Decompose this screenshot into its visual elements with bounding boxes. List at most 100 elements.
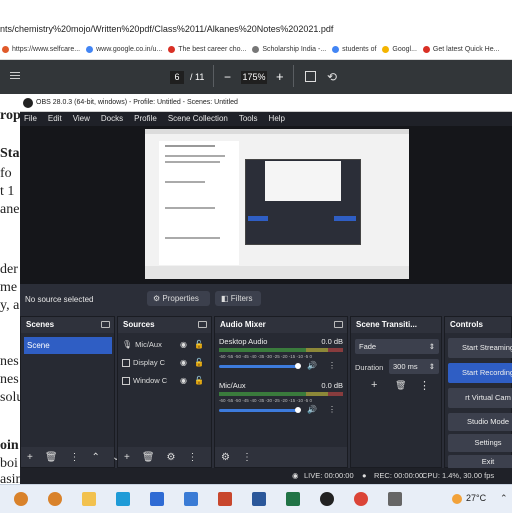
undock-icon[interactable] xyxy=(334,321,343,328)
cpu-fps: CPU: 1.4%, 30.00 fps xyxy=(422,471,495,480)
divider xyxy=(293,65,294,87)
edge-icon[interactable] xyxy=(116,492,130,506)
source-item-window[interactable]: Window C ◉ 🔓 xyxy=(122,373,204,389)
bookmark-item[interactable]: https://www.selfcare... xyxy=(2,46,80,53)
bookmark-item[interactable]: Scholarship India -... xyxy=(252,46,326,53)
menu-item-file[interactable]: File xyxy=(24,112,37,126)
undock-icon[interactable] xyxy=(198,321,207,328)
volume-slider[interactable] xyxy=(219,365,299,368)
obs-icon[interactable] xyxy=(320,492,334,506)
source-item-mic[interactable]: 🎙 Mic/Aux ◉ 🔓 xyxy=(122,337,204,353)
excel-icon[interactable] xyxy=(286,492,300,506)
add-icon[interactable]: + xyxy=(124,452,130,463)
rotate-icon[interactable]: ⟲ xyxy=(327,70,337,84)
lamp-app-2-icon[interactable] xyxy=(48,492,62,506)
source-item-display[interactable]: Display C ◉ 🔓 xyxy=(122,355,204,371)
powerpoint-icon[interactable] xyxy=(218,492,232,506)
more-icon[interactable]: ⋮ xyxy=(328,361,336,370)
start-recording-button[interactable]: Start Recording xyxy=(448,363,512,383)
duration-input[interactable]: 300 ms ⇕ xyxy=(389,359,439,374)
transition-select[interactable]: Fade ⇕ xyxy=(355,339,439,354)
menu-item-help[interactable]: Help xyxy=(269,112,285,126)
add-icon[interactable]: + xyxy=(371,379,377,391)
mixer-title: Audio Mixer xyxy=(220,320,266,329)
undock-icon[interactable] xyxy=(101,321,110,328)
eye-icon[interactable]: ◉ xyxy=(180,355,187,371)
add-icon[interactable]: + xyxy=(27,452,33,463)
url-text[interactable]: nts/chemistry%20mojo/Written%20pdf/Class… xyxy=(0,24,333,34)
scene-list-item[interactable]: Scene xyxy=(24,337,112,354)
browser-url-bar[interactable]: nts/chemistry%20mojo/Written%20pdf/Class… xyxy=(0,0,512,41)
settings-button[interactable]: Settings xyxy=(448,434,512,452)
menu-item-scene-collection[interactable]: Scene Collection xyxy=(168,112,228,126)
preview-canvas[interactable] xyxy=(20,126,512,284)
nested-text-line xyxy=(165,155,225,157)
sources-footer: + 🗑 ⚙ ⋮ xyxy=(118,447,211,467)
eye-icon[interactable]: ◉ xyxy=(180,373,187,389)
properties-button[interactable]: ⚙ Properties xyxy=(147,291,210,306)
bookmark-item[interactable]: www.google.co.in/u... xyxy=(86,46,162,53)
photos-icon[interactable] xyxy=(150,492,164,506)
bookmark-label: Scholarship India -... xyxy=(262,46,327,53)
menu-item-docks[interactable]: Docks xyxy=(101,112,123,126)
more-icon[interactable]: ⋮ xyxy=(188,452,198,463)
menu-item-edit[interactable]: Edit xyxy=(48,112,62,126)
weather-icon[interactable] xyxy=(452,494,462,504)
file-explorer-icon[interactable] xyxy=(82,492,96,506)
filters-button[interactable]: ◧ Filters xyxy=(215,291,261,306)
meter-scale: -60 -55 -50 -45 -40 -35 -30 -25 -20 -15 … xyxy=(219,398,313,403)
more-icon[interactable]: ⋮ xyxy=(328,405,336,414)
media-icon[interactable] xyxy=(184,492,198,506)
bookmark-label: www.google.co.in/u... xyxy=(96,46,163,53)
volume-knob[interactable] xyxy=(295,363,301,369)
pdf-fragment: me xyxy=(0,280,18,295)
bookmark-item[interactable]: The best career cho... xyxy=(168,46,246,53)
volume-slider[interactable] xyxy=(219,409,299,412)
bookmark-item[interactable]: students of xyxy=(332,46,376,53)
temperature[interactable]: 27°C xyxy=(466,493,486,503)
move-up-icon[interactable]: ⌃ xyxy=(92,452,100,463)
zoom-level-input[interactable]: 175% xyxy=(241,71,267,84)
start-virtual-cam-button[interactable]: rt Virtual Cam xyxy=(448,388,512,408)
zoom-out-button[interactable]: − xyxy=(224,70,231,84)
menu-icon[interactable] xyxy=(10,72,20,73)
page-number-input[interactable]: 6 xyxy=(170,71,184,84)
channel-name: Mic/Aux xyxy=(219,381,246,390)
bookmark-item[interactable]: Googl... xyxy=(382,46,417,53)
nested-obs-preview xyxy=(265,161,341,201)
bookmark-item[interactable]: Get latest Quick He... xyxy=(422,46,500,53)
exit-button[interactable]: Exit xyxy=(448,455,512,469)
meter-scale: -60 -55 -50 -45 -40 -35 -30 -25 -20 -15 … xyxy=(219,354,313,359)
speaker-icon[interactable]: 🔊 xyxy=(307,361,317,370)
more-icon[interactable]: ⋮ xyxy=(419,379,430,392)
bookmark-favicon-icon xyxy=(86,46,94,53)
more-icon[interactable]: ⋮ xyxy=(242,452,252,463)
fit-page-icon[interactable] xyxy=(305,71,316,82)
word-icon[interactable] xyxy=(252,492,266,506)
more-icon[interactable]: ⋮ xyxy=(70,452,80,463)
trash-icon[interactable]: 🗑 xyxy=(45,452,58,463)
gear-icon[interactable]: ⚙ xyxy=(167,452,176,463)
lock-icon[interactable]: 🔓 xyxy=(194,337,204,353)
settings-icon[interactable] xyxy=(388,492,402,506)
start-streaming-button[interactable]: Start Streaming xyxy=(448,338,512,358)
menu-item-view[interactable]: View xyxy=(73,112,90,126)
bookmark-label: Get latest Quick He... xyxy=(432,46,500,53)
menu-item-tools[interactable]: Tools xyxy=(239,112,258,126)
speaker-icon[interactable]: 🔊 xyxy=(307,405,317,414)
spinner-icon[interactable]: ⇕ xyxy=(429,359,435,374)
lock-icon[interactable]: 🔓 xyxy=(194,373,204,389)
zoom-in-button[interactable]: + xyxy=(276,69,284,84)
chrome-icon[interactable] xyxy=(354,492,368,506)
eye-icon[interactable]: ◉ xyxy=(180,337,187,353)
tray-chevron-icon[interactable]: ⌃ xyxy=(500,493,508,504)
lock-icon[interactable]: 🔓 xyxy=(194,355,204,371)
studio-mode-button[interactable]: Studio Mode xyxy=(448,413,512,431)
pdf-fragment: t 1 xyxy=(0,184,15,199)
menu-item-profile[interactable]: Profile xyxy=(134,112,157,126)
trash-icon[interactable]: 🗑 xyxy=(395,380,406,391)
advanced-audio-icon[interactable]: ⚙ xyxy=(221,452,230,463)
volume-knob[interactable] xyxy=(295,407,301,413)
lamp-app-icon[interactable] xyxy=(14,492,28,506)
trash-icon[interactable]: 🗑 xyxy=(142,452,155,463)
